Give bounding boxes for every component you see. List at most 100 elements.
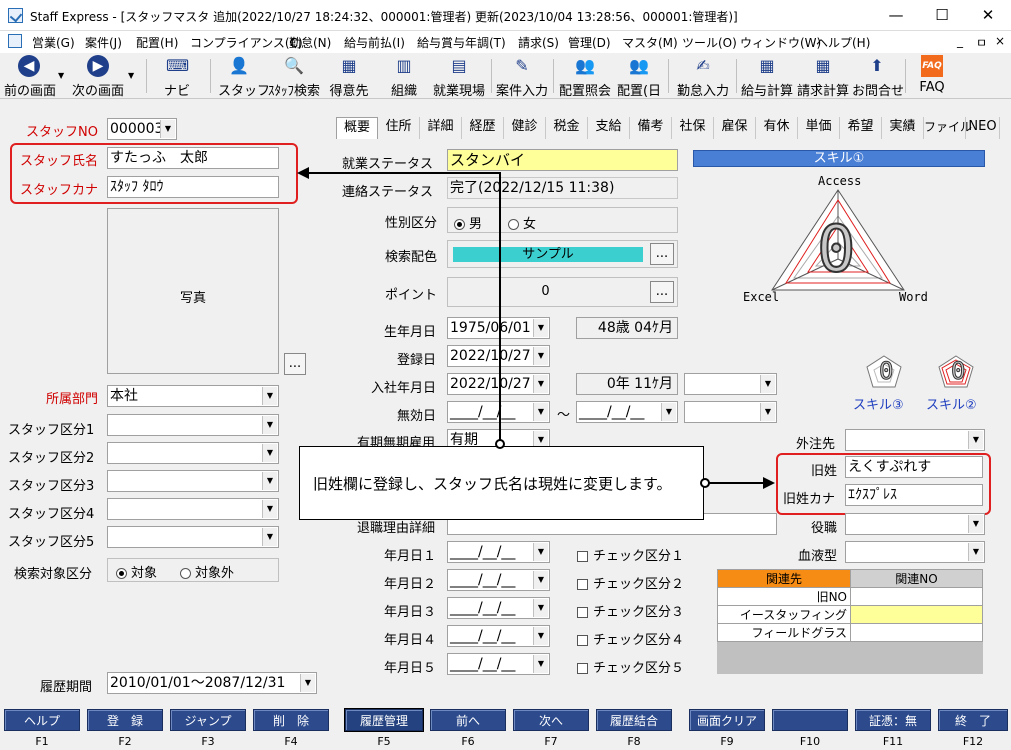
close-button[interactable]: ✕ (965, 0, 1011, 31)
tab-results[interactable]: 実績 (882, 117, 924, 139)
date1-input[interactable]: ____/__/__ ▼ (447, 541, 550, 563)
dept-select[interactable]: 本社 ▼ (107, 385, 279, 407)
menu-master[interactable]: マスタ(M) (622, 34, 678, 51)
tab-neo[interactable]: NEO (966, 117, 1000, 139)
skill-header[interactable]: スキル① (693, 150, 985, 167)
faq-button[interactable]: FAQ FAQ (912, 55, 952, 97)
skill3-link[interactable]: スキル③ (853, 394, 904, 413)
navi-button[interactable]: ⌨ ナビ (157, 55, 197, 99)
delete-button[interactable]: 削 除 (253, 709, 329, 731)
evidence-button[interactable]: 証憑：無 (855, 709, 931, 731)
dropdown-arrow-icon[interactable]: ▼ (58, 71, 64, 80)
placement-daily-button[interactable]: 👥 配置(日 (616, 55, 662, 99)
history-select[interactable]: 2010/01/01～2087/12/31 ▼ (107, 672, 317, 694)
prev-button[interactable]: 前へ (430, 709, 506, 731)
menu-placement[interactable]: 配置(H) (136, 34, 178, 51)
worksite-button[interactable]: ▤ 就業現場 (432, 55, 486, 99)
blood-type-select[interactable]: ▼ (845, 541, 985, 563)
staff-no-select[interactable]: 000003 ▼ (107, 118, 177, 140)
maximize-button[interactable]: ☐ (919, 0, 965, 31)
help-button[interactable]: ヘルプ (4, 709, 80, 731)
check3[interactable]: チェック区分３ (577, 601, 684, 620)
search-target-off-radio[interactable]: 対象外 (180, 562, 234, 581)
color-picker-button[interactable]: ... (650, 243, 674, 265)
date5-input[interactable]: ____/__/__ ▼ (447, 653, 550, 675)
table-row[interactable]: フィールドグラス (717, 623, 983, 642)
check1[interactable]: チェック区分１ (577, 545, 684, 564)
payroll-calc-button[interactable]: ▦ 給与計算 (740, 55, 794, 99)
gender-female-radio[interactable]: 女 (508, 213, 536, 232)
register-button[interactable]: 登 録 (87, 709, 163, 731)
tab-payment[interactable]: 支給 (588, 117, 630, 139)
menu-billing[interactable]: 請求(S) (518, 34, 559, 51)
mdi-minimize-button[interactable]: _ (957, 34, 963, 48)
kubun-select-5[interactable]: ▼ (107, 526, 279, 548)
tab-social-insurance[interactable]: 社保 (672, 117, 714, 139)
menu-attendance[interactable]: 勤怠(N) (289, 34, 331, 51)
menu-sales[interactable]: 営業(G) (32, 34, 75, 51)
outsource-select[interactable]: ▼ (845, 429, 985, 451)
staff-search-button[interactable]: 🔍 ｽﾀｯﾌ検索 (266, 55, 322, 99)
history-merge-button[interactable]: 履歴結合 (596, 709, 672, 731)
invalid-to-input[interactable]: ____/__/__ ▼ (576, 401, 678, 423)
tab-tax[interactable]: 税金 (546, 117, 588, 139)
project-entry-button[interactable]: ✎ 案件入力 (496, 55, 548, 99)
table-row[interactable]: イースタッフィング (717, 605, 983, 624)
reg-date-input[interactable]: 2022/10/27 ▼ (447, 345, 550, 367)
tab-career[interactable]: 経歴 (462, 117, 504, 139)
table-row[interactable]: 旧NO (717, 587, 983, 606)
minimize-button[interactable]: — (873, 0, 919, 31)
jump-button[interactable]: ジャンプ (170, 709, 246, 731)
menu-advance-pay[interactable]: 給与前払(I) (344, 34, 405, 51)
photo-area[interactable]: 写真 (107, 208, 279, 374)
tab-employment-insurance[interactable]: 雇保 (714, 117, 756, 139)
kubun-select-4[interactable]: ▼ (107, 498, 279, 520)
date2-input[interactable]: ____/__/__ ▼ (447, 569, 550, 591)
mdi-close-button[interactable]: × (995, 34, 1005, 48)
join-date-input[interactable]: 2022/10/27 ▼ (447, 373, 550, 395)
birth-date-input[interactable]: 1975/06/01 ▼ (447, 317, 550, 339)
kubun-select-3[interactable]: ▼ (107, 470, 279, 492)
exit-button[interactable]: 終 了 (938, 709, 1008, 731)
invalid-extra-select[interactable]: ▼ (684, 401, 777, 423)
f10-button[interactable] (772, 709, 848, 731)
placement-inquiry-button[interactable]: 👥 配置照会 (558, 55, 612, 99)
gender-male-radio[interactable]: 男 (454, 213, 482, 232)
tab-paid-leave[interactable]: 有休 (756, 117, 798, 139)
photo-browse-button[interactable]: ... (284, 353, 306, 375)
skill2-link[interactable]: スキル② (926, 394, 977, 413)
menu-compliance[interactable]: コンプライアンス(C) (190, 34, 303, 51)
check2[interactable]: チェック区分２ (577, 573, 684, 592)
attendance-entry-button[interactable]: ✍ 勤怠入力 (676, 55, 730, 99)
dropdown-arrow-icon[interactable]: ▼ (128, 71, 134, 80)
next-screen-button[interactable]: ▶ 次の画面 (72, 55, 124, 99)
inquiry-button[interactable]: ⬆ お問合せ (852, 55, 904, 99)
tab-wishes[interactable]: 希望 (840, 117, 882, 139)
billing-calc-button[interactable]: ▦ 請求計算 (796, 55, 850, 99)
tab-health[interactable]: 健診 (504, 117, 546, 139)
menu-admin[interactable]: 管理(D) (568, 34, 611, 51)
menu-payroll[interactable]: 給与賞与年調(T) (417, 34, 506, 51)
staff-button[interactable]: 👤 スタッフ (218, 55, 270, 99)
kubun-select-1[interactable]: ▼ (107, 414, 279, 436)
menu-window[interactable]: ウィンドウ(W) (740, 34, 821, 51)
menu-project[interactable]: 案件(J) (85, 34, 122, 51)
mdi-restore-button[interactable]: ㅁ (976, 34, 987, 51)
check5[interactable]: チェック区分５ (577, 657, 684, 676)
organization-button[interactable]: ▥ 組織 (384, 55, 424, 99)
point-button[interactable]: ... (650, 281, 674, 303)
date4-input[interactable]: ____/__/__ ▼ (447, 625, 550, 647)
history-manage-button[interactable]: 履歴管理 (344, 708, 424, 732)
tab-file[interactable]: ファイル (924, 117, 972, 139)
check4[interactable]: チェック区分４ (577, 629, 684, 648)
join-extra-select[interactable]: ▼ (684, 373, 777, 395)
client-button[interactable]: ▦ 得意先 (328, 55, 370, 99)
date3-input[interactable]: ____/__/__ ▼ (447, 597, 550, 619)
tab-overview[interactable]: 概要 (336, 117, 378, 139)
tab-details[interactable]: 詳細 (420, 117, 462, 139)
menu-help[interactable]: ヘルプ(H) (816, 34, 870, 51)
menu-tools[interactable]: ツール(O) (682, 34, 737, 51)
invalid-from-input[interactable]: ____/__/__ ▼ (447, 401, 550, 423)
clear-screen-button[interactable]: 画面クリア (689, 709, 765, 731)
tab-notes[interactable]: 備考 (630, 117, 672, 139)
